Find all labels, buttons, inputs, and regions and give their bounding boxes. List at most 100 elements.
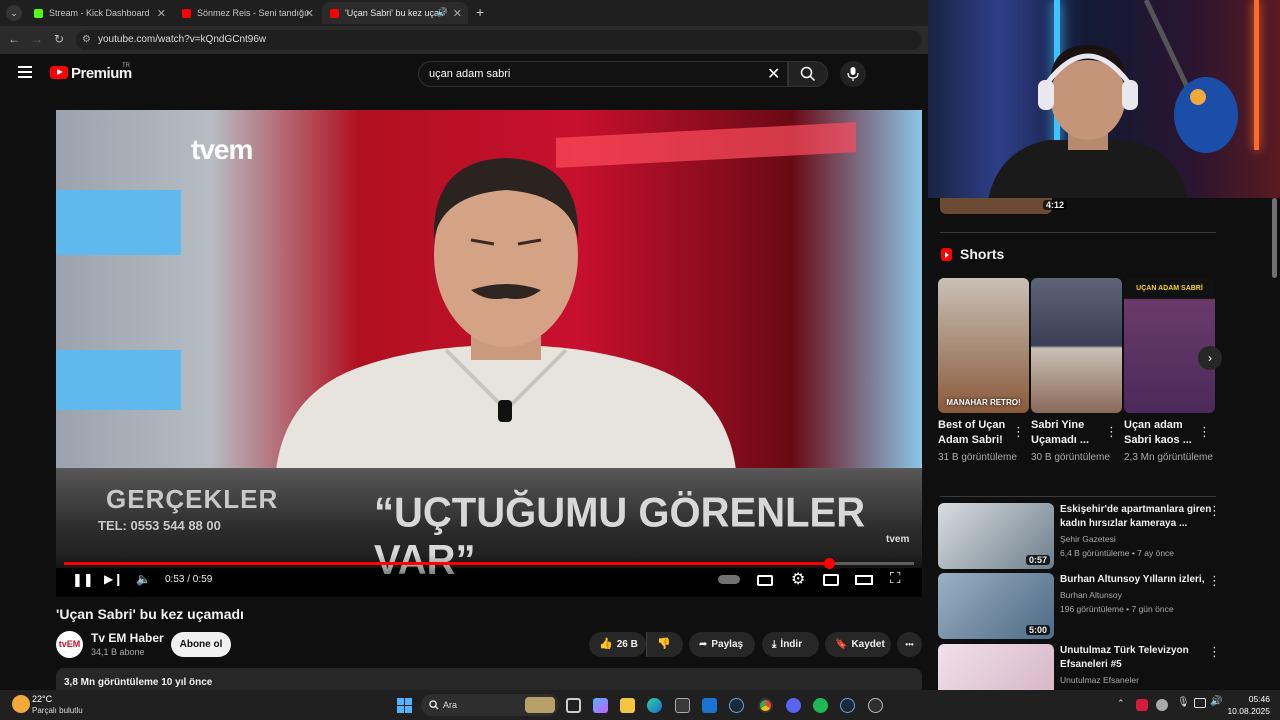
url-field[interactable]: ⚙ youtube.com/watch?v=kQndGCnt96w <box>76 30 922 50</box>
fullscreen-icon[interactable]: ⛶ <box>890 570 901 587</box>
subtitles-icon[interactable] <box>757 575 773 586</box>
spotify-icon[interactable] <box>813 698 828 713</box>
short-title[interactable]: Uçan adam Sabri kaos ... <box>1124 418 1202 448</box>
recommended-video[interactable]: 0:57 Eskişehir'de apartmanlara giren kad… <box>938 503 1228 569</box>
video-thumbnail[interactable]: 0:57 <box>938 503 1054 569</box>
subscribe-button[interactable]: Abone ol <box>171 632 231 657</box>
outlook-icon[interactable] <box>702 698 717 713</box>
steam-icon[interactable] <box>840 698 855 713</box>
video-meta: 6,4 B görüntüleme • 7 ay önce <box>1060 548 1175 558</box>
video-title[interactable]: Unutulmaz Türk Televizyon Efsaneleri #5 <box>1060 644 1216 672</box>
more-options-icon[interactable]: ⋮ <box>1012 424 1025 440</box>
tray-app-icon[interactable] <box>1156 699 1168 711</box>
video-title[interactable]: Eskişehir'de apartmanlara giren kadın hı… <box>1060 503 1216 531</box>
more-options-icon[interactable]: ⋮ <box>1198 424 1211 440</box>
divider <box>940 496 1216 497</box>
next-video-button[interactable]: ▶❙ <box>104 572 123 586</box>
browser-tab-bar: ⌄ Stream - Kick Dashboard ✕ Sönmez Reis … <box>0 0 928 26</box>
taskbar-search[interactable]: Ara <box>421 694 559 716</box>
weather-icon[interactable] <box>12 695 30 713</box>
like-button[interactable]: 👍 26 B <box>589 632 646 657</box>
close-tab-icon[interactable]: ✕ <box>305 7 314 20</box>
windows-start-icon[interactable] <box>397 698 412 713</box>
clear-search-icon[interactable]: ✕ <box>767 64 780 84</box>
hamburger-menu-icon[interactable] <box>18 66 32 78</box>
progress-bar[interactable] <box>64 558 914 569</box>
close-tab-icon[interactable]: ✕ <box>157 7 166 20</box>
video-player[interactable]: tvem GERÇEKLER TEL: 0553 544 88 00 “UÇTU… <box>56 110 922 597</box>
microphone-icon[interactable]: 🎙 <box>1177 697 1190 708</box>
miniplayer-icon[interactable] <box>823 574 839 586</box>
more-options-icon[interactable]: ⋮ <box>1208 503 1221 519</box>
edge-icon[interactable] <box>647 698 662 713</box>
description-box[interactable]: 3,8 Mn görüntüleme 10 yıl önce <box>56 668 922 692</box>
site-info-icon[interactable]: ⚙ <box>82 30 91 50</box>
download-button[interactable]: ⤓ İndir <box>762 632 819 657</box>
channel-name[interactable]: Tv EM Haber <box>91 631 164 645</box>
steam-icon[interactable] <box>729 698 744 713</box>
short-item[interactable]: MANAHAR RETRO! Best of Uçan Adam Sabri! … <box>938 278 1029 465</box>
chrome-icon[interactable] <box>758 698 773 713</box>
voice-search-button[interactable] <box>840 61 866 87</box>
volume-icon[interactable]: 🔈 <box>136 572 151 586</box>
previous-video-thumbnail[interactable]: 4:12 <box>940 198 1068 214</box>
shorts-next-arrow-icon[interactable]: › <box>1198 346 1222 370</box>
reload-icon[interactable]: ↻ <box>54 32 64 46</box>
tray-app-icon[interactable] <box>1136 699 1148 711</box>
tab-label: Stream - Kick Dashboard <box>49 8 150 18</box>
more-options-icon[interactable]: ⋮ <box>1105 424 1118 440</box>
short-thumbnail[interactable]: UÇAN ADAM SABRİ <box>1124 278 1215 413</box>
video-thumbnail[interactable]: 5:00 <box>938 573 1054 639</box>
short-thumbnail[interactable] <box>1031 278 1122 413</box>
short-thumbnail[interactable]: MANAHAR RETRO! <box>938 278 1029 413</box>
clock-date[interactable]: 10.08.2025 <box>1218 706 1270 716</box>
url-text: youtube.com/watch?v=kQndGCnt96w <box>98 34 267 45</box>
channel-avatar[interactable]: tvEM <box>56 631 83 658</box>
more-actions-button[interactable]: ••• <box>897 632 922 657</box>
short-item[interactable]: Sabri Yine Uçamadı ... 30 B görüntüleme … <box>1031 278 1122 465</box>
short-title[interactable]: Best of Uçan Adam Sabri! <box>938 418 1016 448</box>
new-tab-button[interactable]: + <box>476 4 484 20</box>
tab-ucan-sabri[interactable]: 'Uçan Sabri' bu kez uçamad 🔊 ✕ <box>322 2 468 24</box>
close-tab-icon[interactable]: ✕ <box>453 7 462 20</box>
video-duration: 4:12 <box>1043 200 1068 210</box>
task-view-icon[interactable] <box>566 698 581 713</box>
file-explorer-icon[interactable] <box>620 698 635 713</box>
share-button[interactable]: ➦ Paylaş <box>689 632 755 657</box>
more-options-icon[interactable]: ⋮ <box>1208 573 1221 589</box>
copilot-icon[interactable] <box>593 698 608 713</box>
obs-icon[interactable] <box>868 698 883 713</box>
channel-name[interactable]: Burhan Altunsoy <box>1060 590 1122 600</box>
tray-overflow-icon[interactable]: ⌃ <box>1117 698 1125 709</box>
settings-gear-icon[interactable]: ⚙ <box>791 569 805 589</box>
save-button[interactable]: 🔖 Kaydet <box>825 632 891 657</box>
search-button[interactable] <box>788 61 828 87</box>
temperature[interactable]: 22°C <box>32 694 52 704</box>
audio-playing-icon[interactable]: 🔊 <box>437 7 448 18</box>
back-icon[interactable]: ← <box>8 32 20 46</box>
channel-name[interactable]: Unutulmaz Efsaneler <box>1060 675 1139 685</box>
progress-scrubber[interactable] <box>824 558 835 569</box>
dislike-button[interactable]: 👎 <box>646 632 683 657</box>
short-title[interactable]: Sabri Yine Uçamadı ... <box>1031 418 1109 448</box>
more-options-icon[interactable]: ⋮ <box>1208 644 1221 660</box>
tab-kick-dashboard[interactable]: Stream - Kick Dashboard ✕ <box>26 2 172 24</box>
clock-time[interactable]: 05:46 <box>1230 694 1270 704</box>
forward-icon[interactable]: → <box>31 32 43 46</box>
recommended-video[interactable]: 5:00 Burhan Altunsoy Yılların izleri, Bu… <box>938 573 1228 639</box>
video-title[interactable]: Burhan Altunsoy Yılların izleri, <box>1060 573 1216 587</box>
pause-button[interactable]: ❚❚ <box>72 572 94 588</box>
store-icon[interactable] <box>675 698 690 713</box>
theater-mode-icon[interactable] <box>855 575 873 585</box>
tab-search-dropdown-icon[interactable]: ⌄ <box>6 5 22 21</box>
tab-sonmez-reis[interactable]: Sönmez Reis - Seni tandığım g ✕ <box>174 2 320 24</box>
discord-icon[interactable] <box>786 698 801 713</box>
network-icon[interactable] <box>1194 698 1206 708</box>
short-item[interactable]: UÇAN ADAM SABRİ Uçan adam Sabri kaos ...… <box>1124 278 1215 465</box>
youtube-logo-icon[interactable] <box>50 66 68 79</box>
search-input[interactable]: uçan adam sabri ✕ <box>418 61 788 87</box>
video-thumbnail[interactable] <box>938 644 1054 690</box>
scrollbar-thumb[interactable] <box>1272 198 1277 278</box>
channel-name[interactable]: Şehir Gazetesi <box>1060 534 1116 544</box>
autoplay-toggle[interactable] <box>718 575 740 584</box>
